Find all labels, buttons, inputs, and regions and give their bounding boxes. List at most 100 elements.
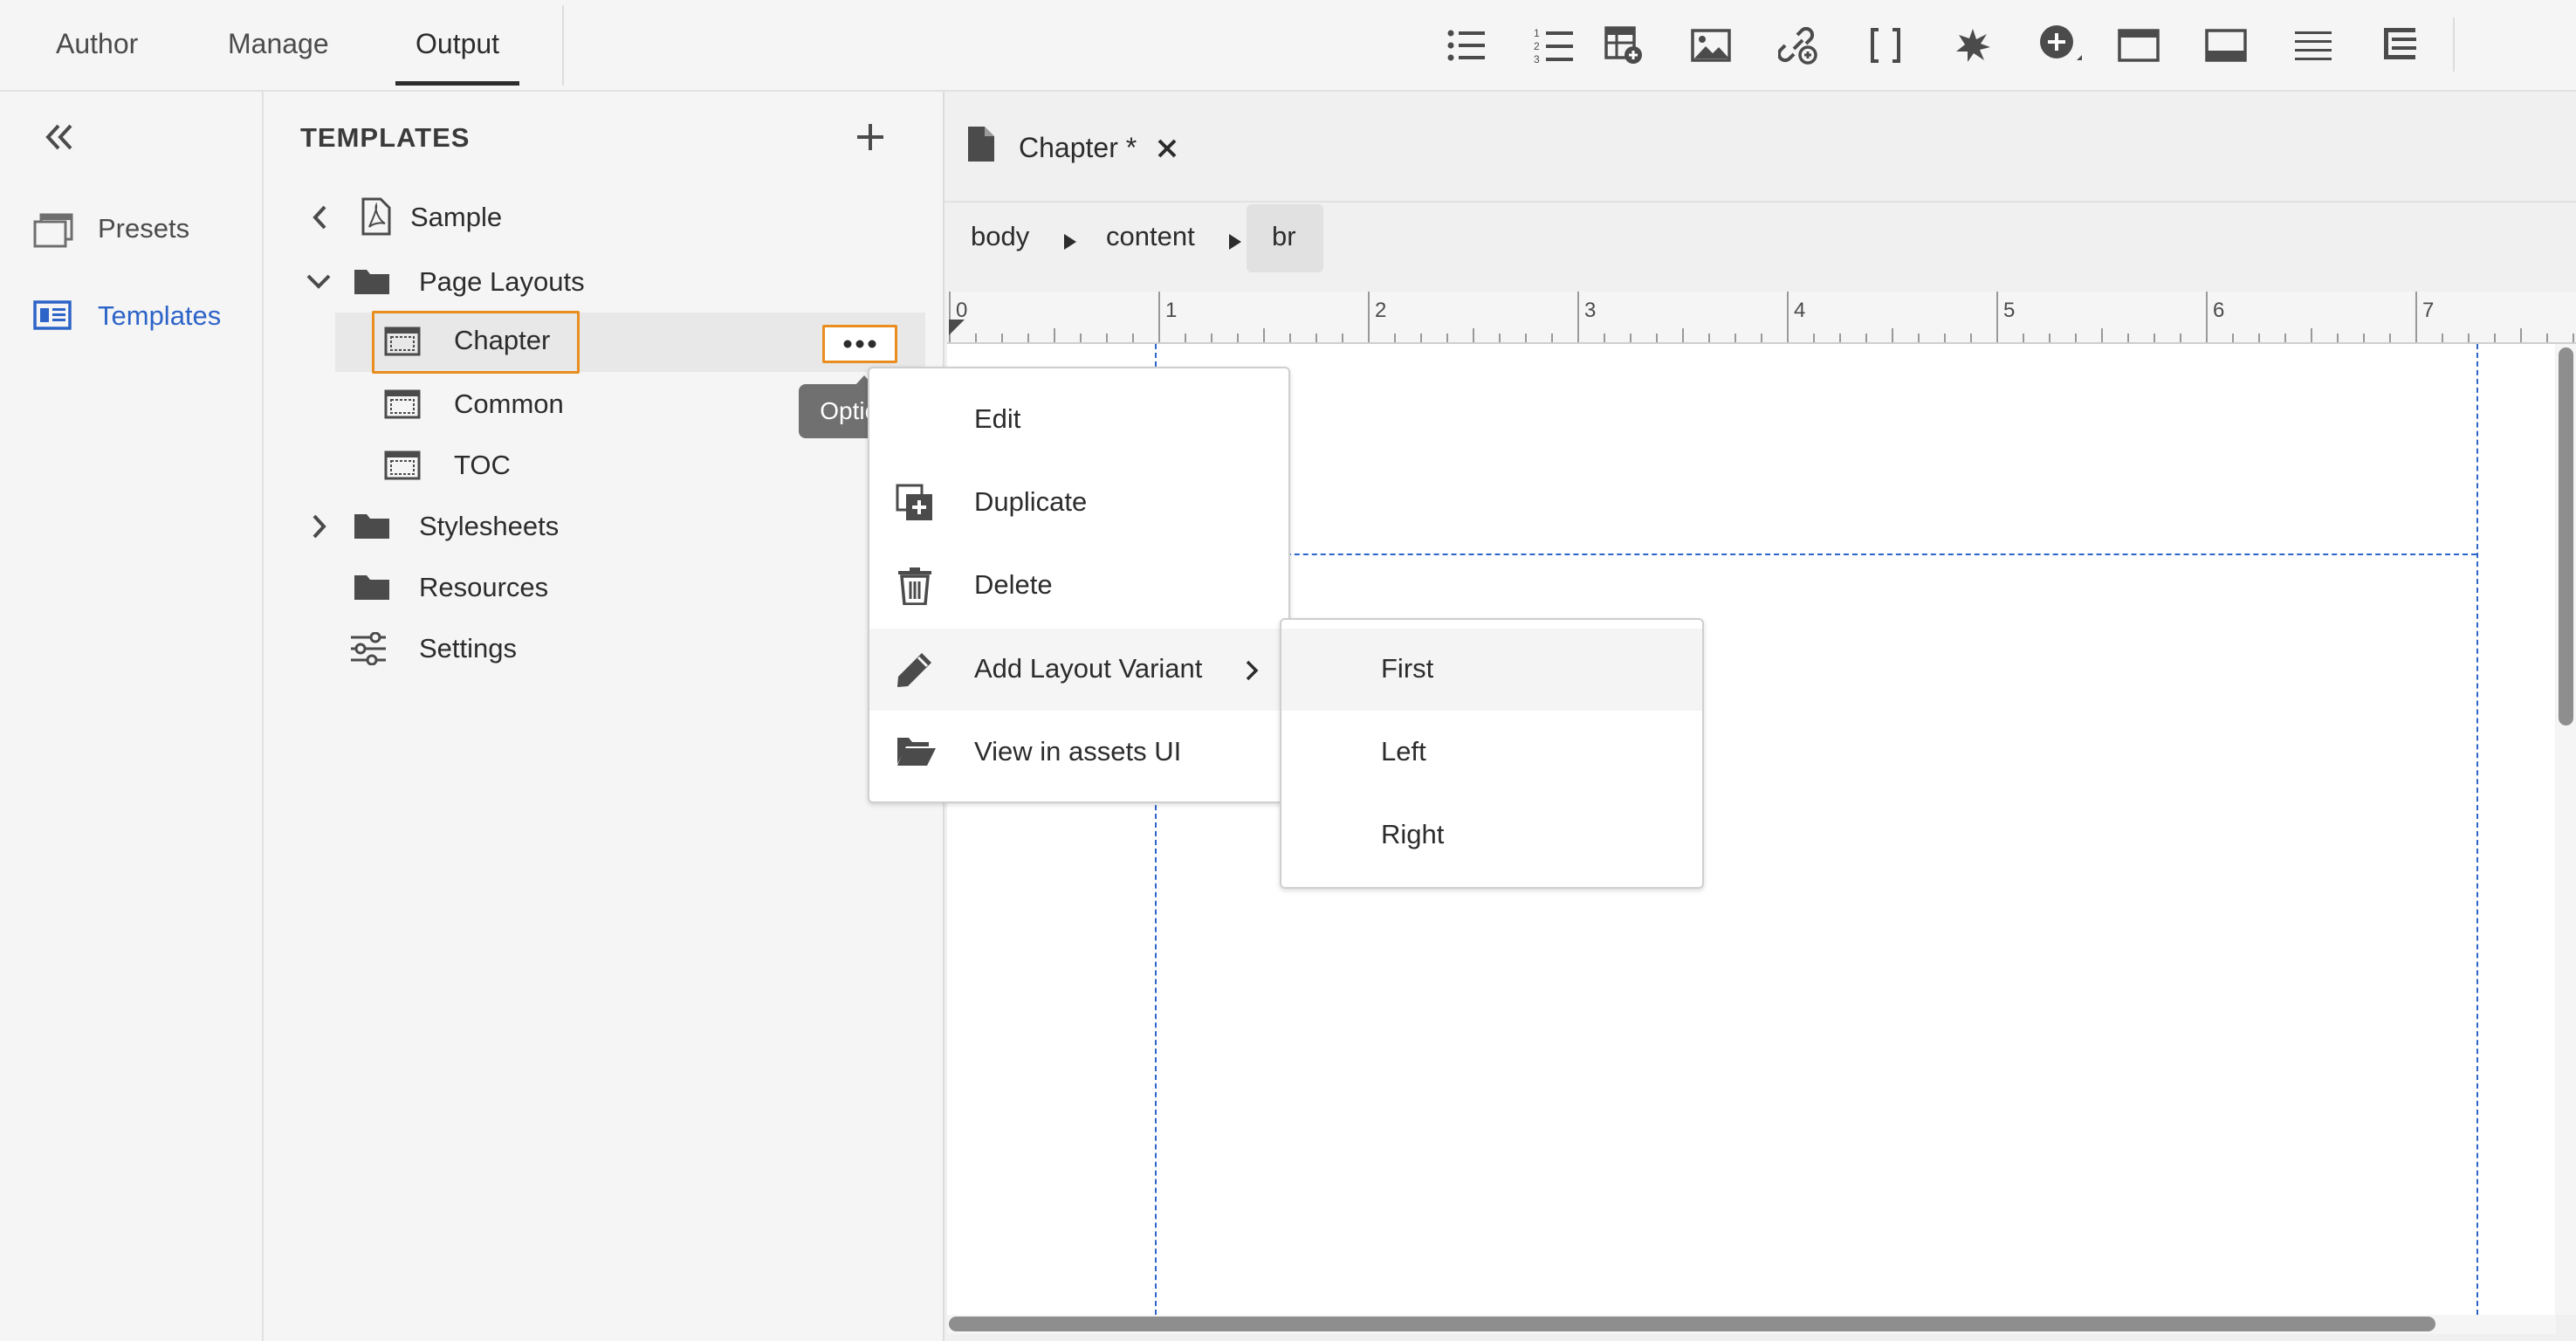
tree-item-toc[interactable]: TOC <box>335 438 859 492</box>
tree-item-settings[interactable]: Settings <box>300 622 911 676</box>
insert-table-icon[interactable] <box>1597 19 1650 72</box>
toolbar-divider <box>2453 17 2455 72</box>
tree-item-common[interactable]: Common <box>335 377 859 431</box>
document-tab-title: Chapter * <box>1019 132 1137 163</box>
ruler-label-7: 7 <box>2422 299 2435 322</box>
bulleted-list-icon[interactable] <box>1440 19 1493 72</box>
menu-item-view-in-assets-ui[interactable]: View in assets UI <box>869 712 1288 794</box>
menu-item-label: View in assets UI <box>974 736 1182 767</box>
page-layout-icon <box>384 450 421 480</box>
menu-item-duplicate[interactable]: Duplicate <box>869 462 1288 544</box>
ruler-label-6: 6 <box>2213 299 2225 322</box>
numbered-list-icon[interactable]: 123 <box>1528 19 1580 72</box>
tree-item-page-layouts[interactable]: Page Layouts <box>300 255 911 309</box>
ruler-label-4: 4 <box>1794 299 1806 322</box>
ruler: 0 1 2 3 4 5 6 7 <box>947 292 2576 344</box>
svg-text:3: 3 <box>1534 53 1540 65</box>
sliders-icon <box>349 632 388 665</box>
folder-icon <box>353 511 391 540</box>
tree-item-label: Page Layouts <box>419 266 585 297</box>
ruler-ticks <box>949 292 2574 342</box>
breadcrumb-item-label: br <box>1272 221 1296 251</box>
duplicate-icon <box>896 484 934 522</box>
tree-item-label: Stylesheets <box>419 511 560 541</box>
lines-icon[interactable] <box>2287 19 2339 72</box>
close-icon[interactable] <box>1157 138 1178 159</box>
pdf-file-icon <box>361 197 391 236</box>
submenu-item-label: First <box>1381 653 1434 684</box>
submenu-item-left[interactable]: Left <box>1281 712 1702 794</box>
tree-item-resources[interactable]: Resources <box>300 560 911 615</box>
submenu-item-first[interactable]: First <box>1281 629 1702 711</box>
page-layout-icon <box>384 389 421 419</box>
tree-item-stylesheets[interactable]: Stylesheets <box>300 499 911 554</box>
chevron-right-icon <box>1245 659 1259 682</box>
vertical-scrollbar-thumb[interactable] <box>2559 347 2573 726</box>
rail-item-templates[interactable]: Templates <box>0 290 262 342</box>
presets-icon <box>33 213 73 248</box>
tree-item-label: Settings <box>419 633 518 664</box>
collapse-panel-icon[interactable] <box>44 122 75 152</box>
document-tab[interactable]: Chapter * <box>945 94 1201 201</box>
add-template-icon[interactable] <box>855 121 886 153</box>
tree-item-label: Chapter <box>454 325 551 355</box>
pencil-icon <box>896 650 934 689</box>
page-layout-icon <box>384 327 421 356</box>
menu-item-label: Duplicate <box>974 486 1088 517</box>
add-circle-icon[interactable] <box>2034 19 2086 72</box>
breadcrumb-item-content[interactable]: content <box>1106 221 1195 252</box>
layout-variant-submenu: First Left Right <box>1280 618 1704 889</box>
brackets-icon[interactable] <box>1859 19 1912 72</box>
tree-item-chapter[interactable]: Chapter <box>335 311 925 374</box>
top-bar: Author Manage Output 123 <box>0 0 2576 92</box>
menu-item-edit[interactable]: Edit <box>869 379 1288 461</box>
submenu-item-right[interactable]: Right <box>1281 794 1702 877</box>
trash-icon <box>897 567 932 605</box>
ruler-label-1: 1 <box>1165 299 1178 322</box>
more-options-icon <box>843 340 878 348</box>
breadcrumb-item-br[interactable]: br <box>1247 204 1323 272</box>
window-icon[interactable] <box>2112 19 2165 72</box>
right-margin-guide <box>2476 344 2478 1315</box>
align-list-icon[interactable] <box>2374 19 2427 72</box>
left-rail <box>0 92 264 1341</box>
document-icon <box>967 126 995 162</box>
tree-item-label: Common <box>454 389 564 419</box>
breadcrumb-separator-icon <box>1064 234 1076 250</box>
tree-item-label: Sample <box>410 202 503 232</box>
ruler-indent-marker-icon[interactable] <box>947 318 966 337</box>
breadcrumb-separator-icon <box>1229 234 1241 250</box>
starburst-icon[interactable] <box>1947 19 1999 72</box>
selected-tab-indicator <box>395 81 519 86</box>
menu-item-add-layout-variant[interactable]: Add Layout Variant <box>869 629 1288 711</box>
svg-text:2: 2 <box>1534 40 1540 52</box>
menu-item-label: Edit <box>974 403 1021 434</box>
tab-output[interactable]: Output <box>416 28 499 60</box>
menu-item-delete[interactable]: Delete <box>869 545 1288 627</box>
tree-item-sample[interactable]: Sample <box>300 190 911 244</box>
chevron-down-icon[interactable] <box>306 272 332 290</box>
insert-image-icon[interactable] <box>1685 19 1737 72</box>
menu-item-label: Delete <box>974 569 1053 600</box>
horizontal-scrollbar-thumb[interactable] <box>949 1317 2435 1331</box>
tree-item-label: Resources <box>419 572 549 602</box>
submenu-item-label: Left <box>1381 736 1426 767</box>
insert-link-icon[interactable] <box>1772 19 1824 72</box>
footer-layout-icon[interactable] <box>2200 19 2252 72</box>
chevron-left-icon[interactable] <box>311 204 328 230</box>
tab-author[interactable]: Author <box>56 28 138 60</box>
tree-item-label: TOC <box>454 450 511 480</box>
options-button[interactable] <box>822 325 897 363</box>
tab-divider <box>562 5 564 86</box>
breadcrumb-item-body[interactable]: body <box>971 221 1029 252</box>
tab-manage[interactable]: Manage <box>228 28 329 60</box>
folder-icon <box>353 572 391 602</box>
rail-item-presets[interactable]: Presets <box>0 203 262 255</box>
rail-item-label: Presets <box>98 213 190 244</box>
submenu-item-label: Right <box>1381 819 1445 849</box>
folder-icon <box>353 266 391 296</box>
panel-title: TEMPLATES <box>300 122 471 153</box>
chevron-right-icon[interactable] <box>311 513 328 540</box>
rail-item-label: Templates <box>98 300 222 331</box>
menu-item-label: Add Layout Variant <box>974 653 1203 684</box>
